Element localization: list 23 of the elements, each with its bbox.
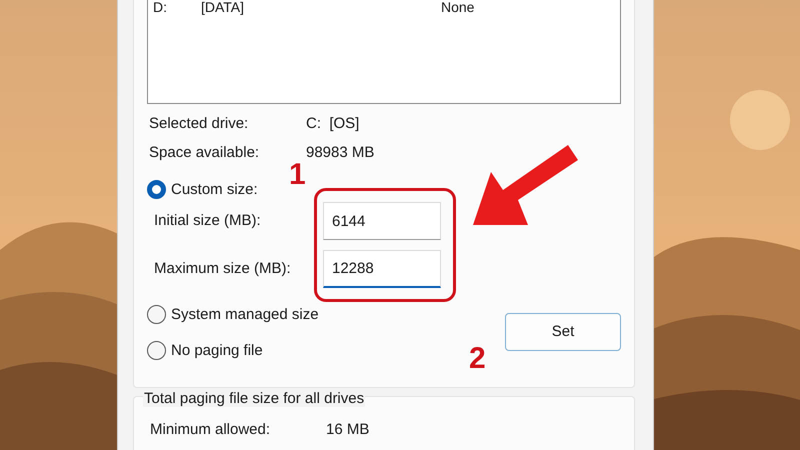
radio-label: System managed size	[171, 306, 319, 324]
field-label: Selected drive:	[149, 115, 250, 132]
input-field[interactable]: 12288	[323, 250, 441, 288]
input-field[interactable]: 6144	[323, 202, 441, 240]
field-label: Space available:	[149, 144, 260, 161]
radio-button[interactable]	[147, 305, 166, 324]
field-value: 98983 MB	[306, 144, 374, 161]
radio-button[interactable]	[147, 341, 166, 360]
radio-label: Custom size:	[171, 180, 258, 198]
field-value: 16 MB	[326, 421, 370, 438]
group-title: Total paging file size for all drives	[143, 390, 366, 407]
step-number: 1	[289, 158, 306, 192]
table-cell-text: [DATA]	[201, 0, 246, 15]
radio-button[interactable]	[147, 180, 166, 199]
table-cell-text: D:	[153, 0, 168, 15]
field-label: Initial size (MB):	[154, 210, 262, 231]
field-label: Minimum allowed:	[150, 421, 272, 438]
table-cell: None	[441, 0, 474, 15]
field-value: C: [OS]	[306, 115, 360, 132]
step-number: 2	[469, 342, 486, 376]
radio-label: No paging file	[171, 342, 263, 360]
field-label: Maximum size (MB):	[154, 258, 292, 279]
set-button[interactable]: Set	[505, 313, 621, 351]
